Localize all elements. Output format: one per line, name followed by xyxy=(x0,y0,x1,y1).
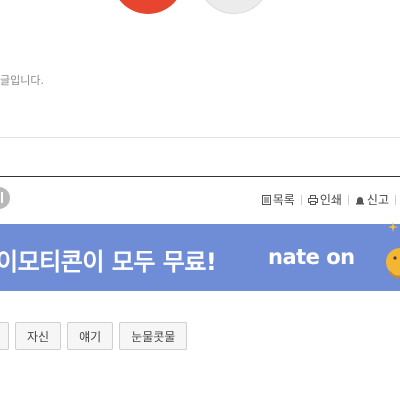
banner-text: 이모티콘이 모두 무료! xyxy=(0,248,217,276)
print-label: 인쇄 xyxy=(319,193,342,207)
post-toolbar: 목록 인쇄 신고 xyxy=(261,191,400,208)
toolbar-divider xyxy=(300,194,302,205)
print-icon xyxy=(307,194,318,205)
nateon-logo: nate on xyxy=(268,245,355,269)
report-label: 신고 xyxy=(366,193,389,207)
report-button[interactable]: 신고 xyxy=(355,191,389,208)
tag-button[interactable]: 얘기 xyxy=(67,322,114,350)
ad-banner[interactable]: 이모티콘이 모두 무료! nate on xyxy=(0,224,400,291)
divider-dark xyxy=(0,176,400,177)
mascot-icon xyxy=(386,222,400,279)
list-icon xyxy=(261,194,271,205)
toolbar-divider xyxy=(347,194,349,205)
divider-light xyxy=(0,137,400,138)
tag-button[interactable]: 눈물콧물 xyxy=(119,322,188,350)
tag-button[interactable]: 자신 xyxy=(15,322,62,350)
notice-text: 글입니다. xyxy=(0,74,44,87)
post-notice: 글입니다. xyxy=(0,72,44,88)
reaction-button-red[interactable] xyxy=(112,0,184,14)
toolbar-divider xyxy=(395,194,396,205)
list-button[interactable]: 목록 xyxy=(261,191,295,208)
tag-button[interactable] xyxy=(0,322,9,350)
arrow-icon xyxy=(1,192,3,203)
print-button[interactable]: 인쇄 xyxy=(307,191,342,208)
tag-list: 자신 얘기 눈물콧물 xyxy=(0,322,188,350)
siren-icon xyxy=(355,196,364,204)
reaction-button-gray[interactable] xyxy=(198,0,270,14)
list-label: 목록 xyxy=(272,193,295,207)
scroll-top-button[interactable] xyxy=(0,187,10,209)
